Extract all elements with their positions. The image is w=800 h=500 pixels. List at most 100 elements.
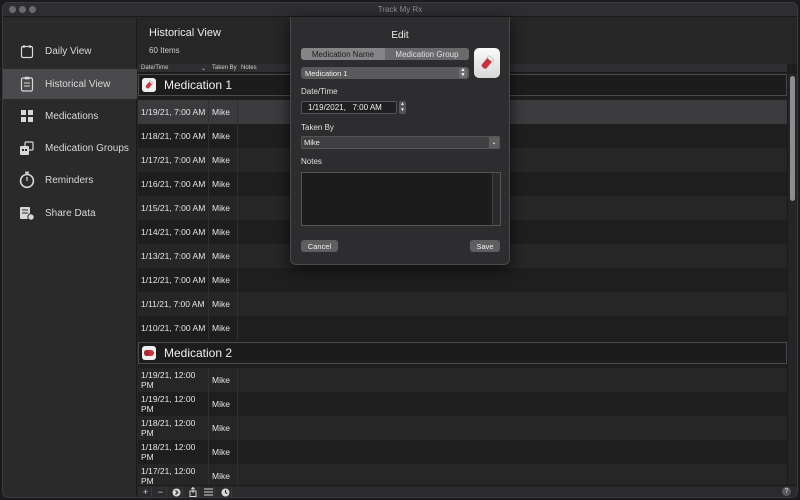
- taken-by-combo[interactable]: Mike ⌄: [301, 136, 500, 149]
- cell-date-time: 1/19/21, 12:00 PM: [138, 368, 209, 392]
- cell-date-time: 1/12/21, 7:00 AM: [138, 268, 209, 292]
- cell-taken-by: Mike: [209, 292, 238, 316]
- column-header-notes[interactable]: Notes: [241, 65, 257, 71]
- cell-taken-by: Mike: [209, 416, 238, 440]
- column-header-taken-by[interactable]: Taken By: [212, 65, 237, 71]
- cell-date-time: 1/17/21, 12:00 PM: [138, 464, 209, 485]
- table-row[interactable]: 1/17/21, 12:00 PM Mike: [138, 464, 787, 485]
- cell-taken-by: Mike: [209, 196, 238, 220]
- notes-scrollbar[interactable]: [492, 173, 500, 225]
- cell-date-time: 1/18/21, 12:00 PM: [138, 416, 209, 440]
- cell-taken-by: Mike: [209, 316, 238, 340]
- sidebar-item-label: Reminders: [45, 174, 94, 186]
- cell-date-time: 1/17/21, 7:00 AM: [138, 148, 209, 172]
- medication-image-well[interactable]: [474, 48, 500, 78]
- cell-taken-by: Mike: [209, 172, 238, 196]
- clock-circle-icon: [221, 488, 230, 496]
- pill-bottle-icon: [481, 55, 495, 69]
- cell-notes: [238, 316, 787, 340]
- cell-taken-by: Mike: [209, 268, 238, 292]
- medication-groups-icon: [19, 140, 35, 156]
- cell-notes: [238, 268, 787, 292]
- cell-taken-by: Mike: [209, 124, 238, 148]
- share-icon: [189, 487, 196, 497]
- bottom-toolbar: + − ?: [138, 485, 797, 497]
- sidebar-item-label: Historical View: [45, 78, 111, 90]
- cell-taken-by: Mike: [209, 220, 238, 244]
- share-data-icon: [19, 205, 35, 221]
- share-button[interactable]: [187, 487, 199, 497]
- cell-date-time: 1/16/21, 7:00 AM: [138, 172, 209, 196]
- table-row[interactable]: 1/18/21, 12:00 PM Mike: [138, 440, 787, 464]
- cell-taken-by: Mike: [209, 464, 238, 485]
- popup-arrows-icon: ▲ ▼: [459, 67, 467, 78]
- cancel-button[interactable]: Cancel: [301, 240, 338, 252]
- notes-field[interactable]: [301, 172, 501, 226]
- cell-notes: [238, 292, 787, 316]
- title-bar: Track My Rx: [3, 3, 797, 17]
- remove-button[interactable]: −: [155, 487, 167, 497]
- grid-icon: [19, 108, 35, 124]
- date-label: Date/Time: [301, 87, 338, 96]
- column-header-date[interactable]: Date/Time: [141, 65, 168, 71]
- date-time-value: 1/19/2021, 7:00 AM: [308, 103, 382, 112]
- group-header-row[interactable]: Medication 2: [138, 342, 787, 364]
- taken-by-value: Mike: [304, 138, 320, 147]
- table-row[interactable]: 1/19/21, 12:00 PM Mike: [138, 392, 787, 416]
- medication-popup[interactable]: Medication 1 ▲ ▼: [301, 67, 469, 79]
- sidebar-item-daily-view[interactable]: Daily View: [3, 36, 137, 66]
- cell-taken-by: Mike: [209, 148, 238, 172]
- sidebar-item-label: Share Data: [45, 207, 96, 219]
- dialog-title: Edit: [391, 30, 409, 41]
- forward-circle-icon: [172, 488, 181, 496]
- sidebar-item-reminders[interactable]: Reminders: [3, 165, 137, 195]
- save-button[interactable]: Save: [470, 240, 500, 252]
- pill-bottle-icon: [142, 78, 156, 92]
- cell-date-time: 1/13/21, 7:00 AM: [138, 244, 209, 268]
- date-time-field[interactable]: 1/19/2021, 7:00 AM: [301, 101, 397, 114]
- chevron-down-icon[interactable]: ⌄: [489, 137, 499, 148]
- cell-taken-by: Mike: [209, 368, 238, 392]
- cell-notes: [238, 464, 787, 485]
- sidebar-item-label: Daily View: [45, 45, 92, 57]
- group-name: Medication 1: [164, 78, 233, 92]
- table-row[interactable]: 1/18/21, 12:00 PM Mike: [138, 416, 787, 440]
- table-row[interactable]: 1/11/21, 7:00 AM Mike: [138, 292, 787, 316]
- segmented-control: Medication Name Medication Group: [301, 48, 469, 60]
- history-button[interactable]: [220, 487, 232, 497]
- cell-taken-by: Mike: [209, 392, 238, 416]
- cell-date-time: 1/19/21, 7:00 AM: [138, 100, 209, 124]
- add-button[interactable]: +: [140, 487, 152, 497]
- edit-dialog: Edit Medication Name Medication Group Me…: [290, 17, 510, 265]
- help-button[interactable]: ?: [782, 487, 791, 496]
- sort-chevron-icon[interactable]: ⌄: [201, 65, 206, 72]
- cell-notes: [238, 392, 787, 416]
- stopwatch-icon: [19, 171, 35, 189]
- table-row[interactable]: 1/12/21, 7:00 AM Mike: [138, 268, 787, 292]
- clipboard-icon: [19, 76, 35, 92]
- table-scrollbar[interactable]: [787, 74, 797, 485]
- sidebar-item-medications[interactable]: Medications: [3, 101, 137, 131]
- scrollbar-thumb[interactable]: [790, 76, 795, 201]
- cell-date-time: 1/18/21, 12:00 PM: [138, 440, 209, 464]
- table-row[interactable]: 1/19/21, 12:00 PM Mike: [138, 368, 787, 392]
- app-title: Track My Rx: [377, 5, 423, 14]
- sidebar: Daily View Historical View Medications M…: [3, 18, 137, 497]
- sidebar-item-medication-groups[interactable]: Medication Groups: [3, 133, 137, 163]
- sidebar-item-label: Medications: [45, 110, 99, 122]
- segment-medication-group[interactable]: Medication Group: [385, 48, 469, 60]
- date-stepper[interactable]: ▲ ▼: [399, 101, 406, 114]
- list-button[interactable]: [203, 487, 215, 497]
- table-row[interactable]: 1/10/21, 7:00 AM Mike: [138, 316, 787, 340]
- taken-by-label: Taken By: [301, 123, 334, 132]
- segment-medication-name[interactable]: Medication Name: [301, 48, 385, 60]
- sidebar-item-historical-view[interactable]: Historical View: [3, 69, 137, 99]
- sidebar-item-share-data[interactable]: Share Data: [3, 198, 137, 228]
- sidebar-item-label: Medication Groups: [45, 142, 129, 154]
- cell-date-time: 1/11/21, 7:00 AM: [138, 292, 209, 316]
- medication-popup-value: Medication 1: [305, 68, 348, 78]
- item-count: 60 Items: [149, 46, 180, 55]
- cell-date-time: 1/14/21, 7:00 AM: [138, 220, 209, 244]
- cell-taken-by: Mike: [209, 244, 238, 268]
- forward-button[interactable]: [171, 487, 183, 497]
